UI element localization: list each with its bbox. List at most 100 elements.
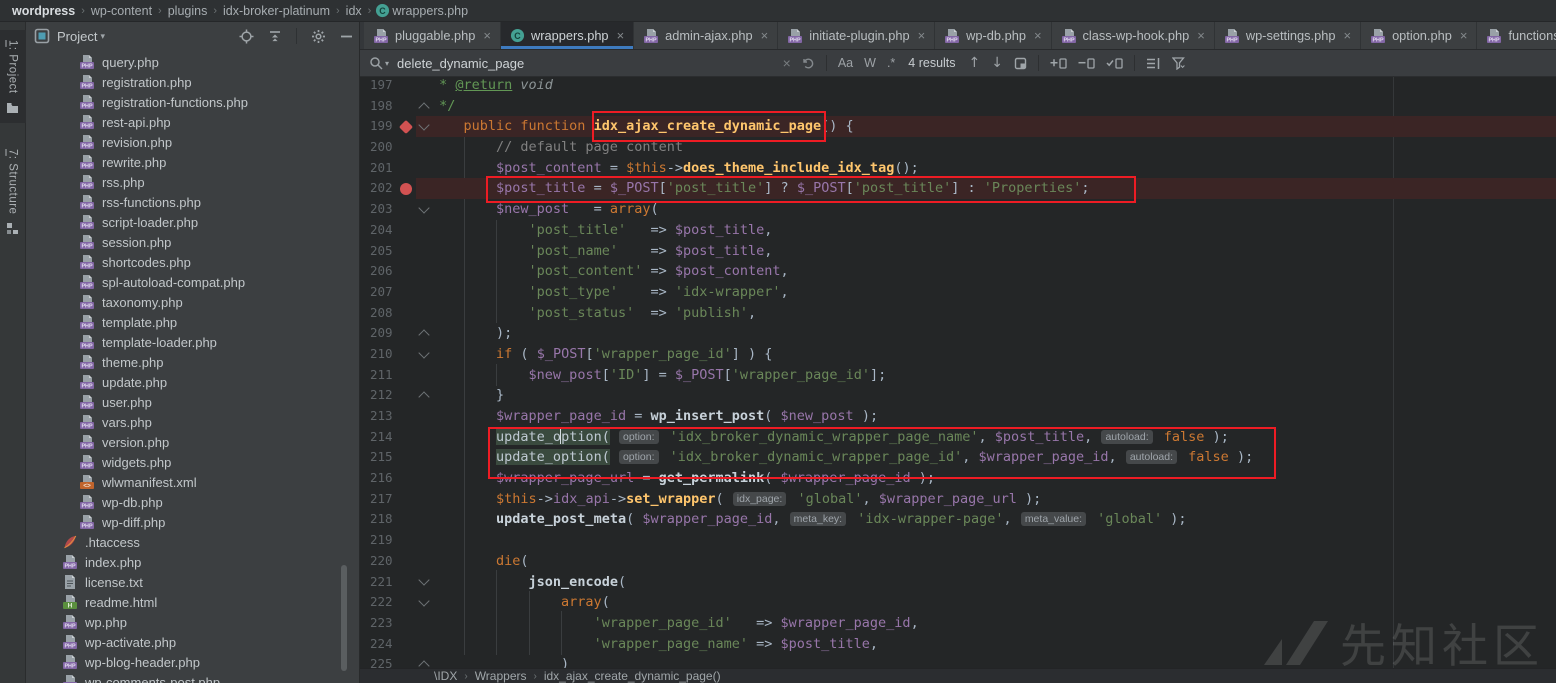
fold-marker-icon[interactable] [416,572,431,593]
gutter[interactable]: 197 [360,77,416,96]
tree-item[interactable]: PHPrss.php [26,172,359,192]
editor-line[interactable]: 223 'wrapper_page_id' => $wrapper_page_i… [360,613,1556,634]
gutter[interactable]: 207 [360,282,416,303]
search-input[interactable]: delete_dynamic_page [397,56,524,71]
tab-close-icon[interactable]: × [483,28,491,43]
editor-line[interactable]: 218 update_post_meta( $wrapper_page_id, … [360,509,1556,530]
editor-line[interactable]: 224 'wrapper_page_name' => $post_title, [360,634,1556,655]
gutter[interactable]: 218 [360,509,416,530]
clear-search-button[interactable]: × [783,55,791,71]
whole-words-toggle[interactable]: W [864,56,876,70]
tree-item[interactable]: <>wlwmanifest.xml [26,472,359,492]
editor-line[interactable]: 198 */ [360,96,1556,117]
locate-file-button[interactable] [239,29,254,44]
editor-line[interactable]: 219 [360,530,1556,551]
tree-item[interactable]: PHPrevision.php [26,132,359,152]
editor-line[interactable]: 221 json_encode( [360,572,1556,593]
tree-item[interactable]: PHPquery.php [26,52,359,72]
fold-marker-icon[interactable] [416,344,431,365]
editor-line[interactable]: 204 'post_title' => $post_title, [360,220,1556,241]
editor-line[interactable]: 200 // default page content [360,137,1556,158]
search-history-chevron-icon[interactable]: ▾ [385,59,389,68]
gutter[interactable]: 211 [360,365,416,386]
line-breakpoint-icon[interactable] [396,178,416,199]
tab-close-icon[interactable]: × [1197,28,1205,43]
gutter[interactable]: 212 [360,385,416,406]
gutter[interactable]: 201 [360,158,416,179]
gutter[interactable]: 204 [360,220,416,241]
breadcrumb-item[interactable]: wp-content [91,4,152,18]
tool-window-button-7-structure[interactable]: 7: Structure [0,139,26,244]
breadcrumb-item[interactable]: plugins [168,4,208,18]
gutter[interactable]: 221 [360,572,416,593]
gutter[interactable]: 224 [360,634,416,655]
method-breakpoint-icon[interactable] [396,116,416,137]
filter-search-results-icon[interactable] [1146,57,1161,70]
fold-marker-icon[interactable] [416,116,431,137]
editor-line[interactable]: 207 'post_type' => 'idx-wrapper', [360,282,1556,303]
tree-item[interactable]: PHPwp-comments-post.php [26,672,359,683]
settings-gear-icon[interactable] [311,29,326,44]
status-breadcrumb-item[interactable]: \IDX [434,669,457,683]
editor-tab-wp-settings-php[interactable]: PHPwp-settings.php× [1215,22,1361,49]
search-filter-funnel-icon[interactable] [1172,57,1188,70]
add-selection-icon[interactable] [1050,57,1067,70]
select-all-occurrences-icon[interactable] [1014,57,1027,70]
gutter[interactable]: 220 [360,551,416,572]
editor-tab-wrappers-php[interactable]: Cwrappers.php× [501,22,634,49]
tree-item[interactable]: PHPshortcodes.php [26,252,359,272]
editor-line[interactable]: 202 $post_title = $_POST['post_title'] ?… [360,178,1556,199]
tree-item[interactable]: PHPwp-db.php [26,492,359,512]
status-breadcrumb-item[interactable]: idx_ajax_create_dynamic_page() [544,669,721,683]
tree-item[interactable]: PHPwp-activate.php [26,632,359,652]
fold-marker-icon[interactable] [416,592,431,613]
editor-line[interactable]: 216 $wrapper_page_url = get_permalink( $… [360,468,1556,489]
tab-close-icon[interactable]: × [1034,28,1042,43]
editor-tab-admin-ajax-php[interactable]: PHPadmin-ajax.php× [634,22,778,49]
tree-item[interactable]: PHPtaxonomy.php [26,292,359,312]
match-case-toggle[interactable]: Aa [838,56,853,70]
gutter[interactable]: 217 [360,489,416,510]
gutter[interactable]: 200 [360,137,416,158]
tab-close-icon[interactable]: × [918,28,926,43]
tree-item[interactable]: PHPtemplate.php [26,312,359,332]
editor-line[interactable]: 205 'post_name' => $post_title, [360,241,1556,262]
gutter[interactable]: 223 [360,613,416,634]
editor-line[interactable]: 206 'post_content' => $post_content, [360,261,1556,282]
toggle-in-selection-icon[interactable] [1106,57,1123,70]
tree-item[interactable]: PHPwp-blog-header.php [26,652,359,672]
previous-occurrence-button[interactable]: ↑ [969,55,981,71]
tree-item[interactable]: PHPwp.php [26,612,359,632]
tree-item[interactable]: .htaccess [26,532,359,552]
breadcrumb-item[interactable]: wordpress [12,4,75,18]
tree-item[interactable]: PHPrest-api.php [26,112,359,132]
next-occurrence-button[interactable]: ↓ [991,55,1003,71]
editor-line[interactable]: 214 update_option( option: 'idx_broker_d… [360,427,1556,448]
editor-line[interactable]: 208 'post_status' => 'publish', [360,303,1556,324]
editor-line[interactable]: 203 $new_post = array( [360,199,1556,220]
tab-close-icon[interactable]: × [761,28,769,43]
gutter[interactable]: 208 [360,303,416,324]
breadcrumb-item[interactable]: wrappers.php [392,4,468,18]
remove-selection-icon[interactable] [1078,57,1095,70]
editor-line[interactable]: 213 $wrapper_page_id = wp_insert_post( $… [360,406,1556,427]
editor-line[interactable]: 215 update_option( option: 'idx_broker_d… [360,447,1556,468]
gutter[interactable]: 222 [360,592,416,613]
fold-marker-icon[interactable] [416,199,431,220]
fold-marker-icon[interactable] [416,323,431,344]
editor-tab-initiate-plugin-php[interactable]: PHPinitiate-plugin.php× [778,22,935,49]
gutter[interactable]: 210 [360,344,416,365]
editor-line[interactable]: 209 ); [360,323,1556,344]
gutter[interactable]: 216 [360,468,416,489]
gutter[interactable]: 219 [360,530,416,551]
tree-scrollbar[interactable] [341,565,347,671]
status-breadcrumb-item[interactable]: Wrappers [475,669,527,683]
gutter[interactable]: 215 [360,447,416,468]
tree-item[interactable]: PHPuser.php [26,392,359,412]
tree-item[interactable]: PHPspl-autoload-compat.php [26,272,359,292]
fold-marker-icon[interactable] [416,96,431,117]
gutter[interactable]: 214 [360,427,416,448]
editor-tab-pluggable-php[interactable]: PHPpluggable.php× [364,22,501,49]
editor-line[interactable]: 225 ) [360,654,1556,668]
gutter[interactable]: 213 [360,406,416,427]
